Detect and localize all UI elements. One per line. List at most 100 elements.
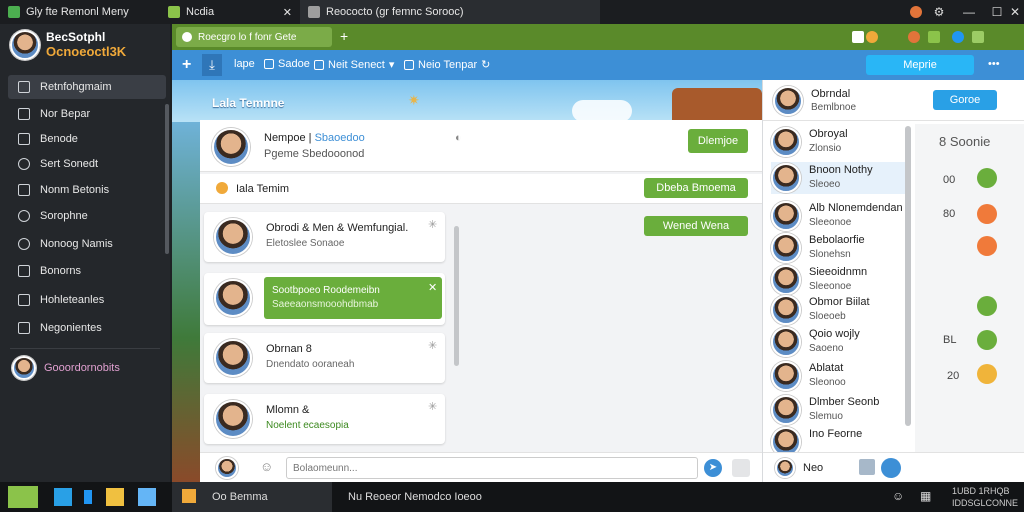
- status-dot-icon[interactable]: [977, 236, 997, 256]
- tab-2[interactable]: Ncdia ✕: [160, 0, 300, 24]
- browser-tab[interactable]: Roecgro lo f fonr Gete: [176, 27, 332, 47]
- app-avatar[interactable]: [10, 30, 40, 60]
- status-dot-icon[interactable]: [977, 364, 997, 384]
- tab-3[interactable]: Reococto (gr femnc Sorooc): [300, 0, 600, 24]
- contact-avatar: [771, 265, 801, 295]
- help-icon[interactable]: ☺: [892, 489, 904, 503]
- chat-header-avatar[interactable]: [212, 128, 250, 166]
- taskbar-app-icon[interactable]: [84, 490, 92, 504]
- contact-2[interactable]: Alb Nlonemdendan Sleeonoe: [771, 200, 911, 232]
- settings-icon[interactable]: ⚙: [924, 0, 954, 24]
- pin-icon[interactable]: ✳: [428, 218, 437, 231]
- compose-input[interactable]: [286, 457, 698, 479]
- new-tab-button[interactable]: +: [340, 28, 348, 44]
- tray-icon[interactable]: ▦: [920, 489, 931, 503]
- add-icon[interactable]: +: [182, 56, 191, 74]
- info-icon[interactable]: ◐: [455, 132, 462, 144]
- status-dot-icon[interactable]: [977, 168, 997, 188]
- status-dot-icon[interactable]: [977, 330, 997, 350]
- profile-icon[interactable]: [952, 31, 964, 43]
- contact-5[interactable]: Obmor Biilat Sloeoeb: [771, 294, 911, 326]
- close-icon[interactable]: ✕: [1000, 0, 1024, 24]
- more-icon[interactable]: •••: [988, 58, 1000, 70]
- chat-item-0[interactable]: Obrodi & Men & Wemfungial. Eletoslee Son…: [204, 212, 445, 262]
- contacts-scrollbar[interactable]: [905, 126, 911, 426]
- contact-3[interactable]: Bebolaorfie Slonehsn: [771, 232, 911, 264]
- sidebar-item-5[interactable]: Sorophne: [8, 204, 166, 228]
- attach-icon[interactable]: [732, 459, 750, 477]
- user-button[interactable]: Goroe: [933, 90, 997, 110]
- sidebar-item-4[interactable]: Nonm Betonis: [8, 178, 166, 202]
- scenery-decoration: [172, 122, 200, 482]
- menu-icon[interactable]: [972, 31, 984, 43]
- filter-pill-1[interactable]: Dbeba Bmoema: [644, 178, 748, 198]
- tab-1[interactable]: Gly fte Remonl Meny: [0, 0, 160, 24]
- contact-0[interactable]: Obroyal Zlonsio: [771, 126, 911, 158]
- pin-icon[interactable]: ✳: [428, 400, 437, 413]
- status-dot-icon[interactable]: [977, 204, 997, 224]
- contact-4[interactable]: Sieeoidnmn Sleeonoe: [771, 264, 911, 296]
- chat-header-button[interactable]: Dlemjoe: [688, 129, 748, 153]
- chat-item-3[interactable]: Mlomn & Noelent ecaesopia ✳: [204, 394, 445, 444]
- contact-avatar: [771, 327, 801, 357]
- pin-icon[interactable]: ⤓: [202, 54, 222, 76]
- contact-8[interactable]: Dlmber Seonb Slemuo: [771, 394, 911, 426]
- taskbar-app-icon[interactable]: [138, 488, 156, 506]
- grid-icon: [18, 108, 30, 120]
- sidebar-item-8[interactable]: Hohleteanles: [8, 288, 166, 312]
- contact-7[interactable]: Ablatat Sleonoo: [771, 360, 911, 392]
- sidebar-item-label: Sert Sonedt: [40, 158, 99, 170]
- close-icon[interactable]: ✕: [428, 281, 437, 294]
- grid-icon[interactable]: [859, 459, 875, 475]
- toolbar-item-2[interactable]: Sadoe: [264, 58, 310, 70]
- toolbar-item-1[interactable]: lape: [234, 58, 255, 70]
- chat-item-1[interactable]: Sootbpoeo Roodemeibn Saeeaonsmooohdbmab …: [204, 273, 445, 325]
- sidebar-item-7[interactable]: Bonorns: [8, 259, 166, 283]
- sidebar-scrollbar[interactable]: [165, 104, 169, 254]
- sidebar-item-1[interactable]: Nor Bepar: [8, 102, 166, 126]
- start-icon[interactable]: [8, 486, 38, 508]
- taskbar-app-icon[interactable]: [54, 488, 72, 506]
- extension-icon[interactable]: [866, 31, 878, 43]
- minimize-icon[interactable]: —: [954, 0, 984, 24]
- chat-preview: Noelent ecaesopia: [266, 420, 349, 431]
- toolbar-item-4[interactable]: Neio Tenpar ↻: [404, 58, 490, 71]
- contact-1[interactable]: Bnoon Nothy Sleoeo: [771, 162, 911, 194]
- profile-item[interactable]: Gooordornobits: [12, 356, 120, 380]
- tab-favicon-icon: [182, 32, 192, 42]
- chat-list-scrollbar[interactable]: [454, 226, 459, 366]
- sidebar-item-3[interactable]: Sert Sonedt: [8, 152, 166, 176]
- side-value-2: BL: [943, 334, 957, 346]
- chat-avatar: [214, 339, 252, 377]
- extension-icon[interactable]: [928, 31, 940, 43]
- taskbar-app-label-2[interactable]: Nu Reoeor Nemodco Ioeoo: [348, 491, 482, 503]
- sidebar-item-6[interactable]: Nonoog Namis: [8, 232, 166, 256]
- target-icon: [18, 210, 30, 222]
- extension-icon[interactable]: [908, 31, 920, 43]
- extension-icon[interactable]: [910, 6, 922, 18]
- pin-icon[interactable]: ✳: [428, 339, 437, 352]
- toolbar-item-3[interactable]: Neit Senect ▾: [314, 58, 394, 71]
- emoji-icon[interactable]: ☺: [260, 459, 273, 474]
- toolbar-action-button[interactable]: Meprie: [866, 55, 974, 75]
- user-avatar[interactable]: [773, 86, 803, 116]
- refresh-icon: ↻: [481, 59, 491, 71]
- add-icon[interactable]: [881, 458, 901, 478]
- filter-pill-2[interactable]: Wened Wena: [644, 216, 748, 236]
- tab-close-icon[interactable]: ✕: [283, 6, 292, 19]
- bookmark-icon[interactable]: [852, 31, 864, 43]
- side-value-3: 20: [947, 370, 960, 382]
- sidebar-item-2[interactable]: Benode: [8, 127, 166, 151]
- sidebar-item-label: Hohleteanles: [40, 294, 105, 306]
- sidebar-item-0[interactable]: Retnfohgmaim: [8, 75, 166, 99]
- tab-3-label: Reococto (gr femnc Sorooc): [326, 6, 464, 18]
- taskbar-active-app[interactable]: Oo Bemma: [172, 482, 332, 512]
- chat-item-2[interactable]: Obrnan 8 Dnendato ooraneah ✳: [204, 333, 445, 383]
- sidebar-item-9[interactable]: Negonientes: [8, 316, 166, 340]
- chat-header-status: Pgeme Sbedooonod: [264, 148, 365, 160]
- folder-icon[interactable]: [106, 488, 124, 506]
- cloud-decoration: [572, 100, 632, 122]
- send-icon[interactable]: ➤: [704, 459, 722, 477]
- contact-6[interactable]: Qoio wojly Saoeno: [771, 326, 911, 358]
- status-dot-icon[interactable]: [977, 296, 997, 316]
